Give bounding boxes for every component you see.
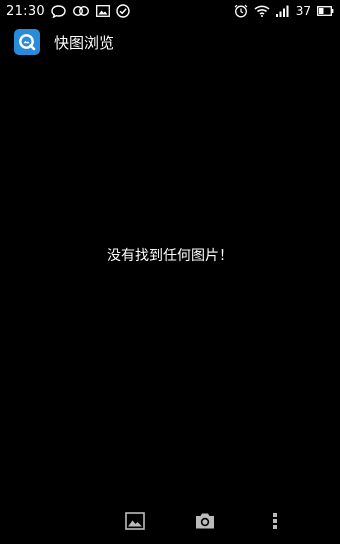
chat-bubble-icon	[51, 4, 66, 18]
status-time: 21:30	[6, 3, 45, 19]
gallery-icon	[125, 512, 145, 534]
wifi-icon	[254, 5, 270, 17]
app-title: 快图浏览	[54, 33, 115, 52]
camera-button[interactable]	[191, 510, 219, 536]
empty-state-message: 没有找到任何图片！	[107, 248, 233, 264]
infinity-icon	[72, 5, 90, 17]
check-circle-icon	[116, 4, 130, 18]
battery-level: 37	[295, 4, 311, 18]
bottom-toolbar	[0, 502, 340, 544]
battery-icon	[317, 6, 334, 16]
overflow-menu-icon	[272, 512, 278, 534]
overflow-menu-button[interactable]	[261, 510, 289, 536]
camera-icon	[194, 512, 216, 534]
gallery-button[interactable]	[121, 510, 149, 536]
app-logo-icon[interactable]	[14, 29, 40, 55]
alarm-icon	[234, 4, 248, 18]
image-icon	[96, 5, 110, 17]
signal-icon	[275, 5, 290, 17]
app-bar: 快图浏览	[0, 22, 340, 62]
status-bar: 21:30 37	[0, 0, 340, 22]
